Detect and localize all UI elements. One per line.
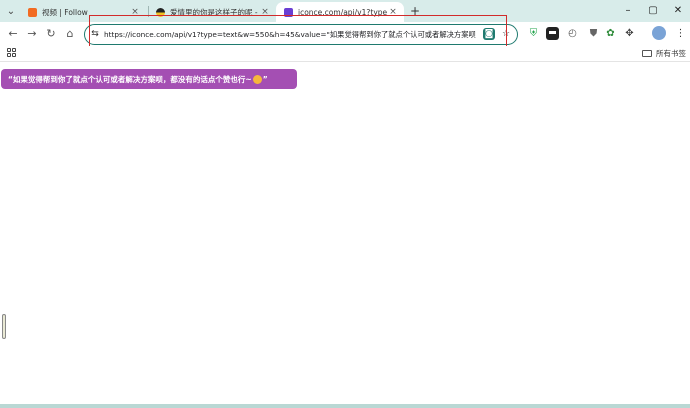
page-content: “如果觉得帮到你了就点个认可或者解决方案呗，都没有的话点个赞也行~ ”	[0, 62, 690, 408]
iconce-favicon-icon	[284, 7, 293, 17]
store-extension-icon[interactable]	[546, 27, 559, 40]
tab-love-video[interactable]: 爱情里的你是这样子的呢 - 搞笑 ×	[148, 2, 276, 22]
home-button[interactable]: ⌂	[62, 26, 78, 42]
tab-iconce-active[interactable]: iconce.com/api/v1?type=text ×	[276, 2, 404, 22]
minimize-button[interactable]: –	[620, 3, 636, 19]
tab-follow[interactable]: 视频 | Follow ×	[20, 2, 146, 22]
url-text[interactable]: https://iconce.com/api/v1?type=text&w=55…	[104, 28, 480, 41]
tab-title: 视频 | Follow	[42, 7, 88, 17]
resize-handle[interactable]	[2, 314, 6, 339]
forward-button[interactable]: →	[24, 26, 40, 42]
video-favicon-icon	[156, 7, 165, 17]
tampermonkey-extension-icon[interactable]: ✿	[604, 27, 617, 40]
all-bookmarks-button[interactable]: 所有书签	[642, 47, 686, 60]
apps-grid-icon[interactable]	[7, 48, 17, 58]
menu-kebab-icon[interactable]: ⋮	[674, 27, 687, 40]
tab-strip: ⌄ 视频 | Follow × 爱情里的你是这样子的呢 - 搞笑 × iconc…	[0, 0, 690, 22]
profile-avatar[interactable]	[652, 26, 666, 40]
shield-extension-icon[interactable]: ⛨	[527, 27, 540, 40]
smile-emoji-icon	[252, 74, 262, 84]
text-banner: “如果觉得帮到你了就点个认可或者解决方案呗，都没有的话点个赞也行~ ”	[1, 69, 297, 89]
banner-text: “如果觉得帮到你了就点个认可或者解决方案呗，都没有的话点个赞也行~	[8, 74, 252, 84]
tab-title: 爱情里的你是这样子的呢 - 搞笑	[170, 7, 259, 17]
tab-search-chevron-icon[interactable]: ⌄	[4, 4, 18, 18]
bottom-frame	[0, 404, 690, 408]
follow-favicon-icon	[28, 7, 37, 17]
stats-extension-icon[interactable]: ◴	[566, 27, 579, 40]
folder-icon	[642, 50, 652, 57]
tab-title: iconce.com/api/v1?type=text	[298, 7, 387, 17]
translate-icon[interactable]: ◙	[483, 28, 495, 40]
tab-close-icon[interactable]: ×	[259, 7, 271, 17]
block-extension-icon[interactable]: ⛊	[587, 27, 600, 40]
extensions-puzzle-icon[interactable]: ✥	[623, 27, 636, 40]
bookmark-star-icon[interactable]: ☆	[500, 28, 512, 40]
new-tab-button[interactable]: +	[408, 4, 422, 18]
banner-text-end: ”	[262, 74, 268, 84]
site-info-icon[interactable]: ⇆	[89, 28, 101, 40]
reload-button[interactable]: ↻	[43, 26, 59, 42]
all-bookmarks-label: 所有书签	[656, 49, 686, 58]
close-window-button[interactable]: ✕	[670, 3, 686, 19]
maximize-button[interactable]: ▢	[645, 3, 661, 19]
tab-close-icon[interactable]: ×	[129, 7, 141, 17]
bookmarks-bar: 所有书签	[0, 46, 690, 62]
address-bar[interactable]: ⇆ https://iconce.com/api/v1?type=text&w=…	[84, 24, 518, 45]
tab-close-icon[interactable]: ×	[387, 7, 399, 17]
back-button[interactable]: ←	[5, 26, 21, 42]
